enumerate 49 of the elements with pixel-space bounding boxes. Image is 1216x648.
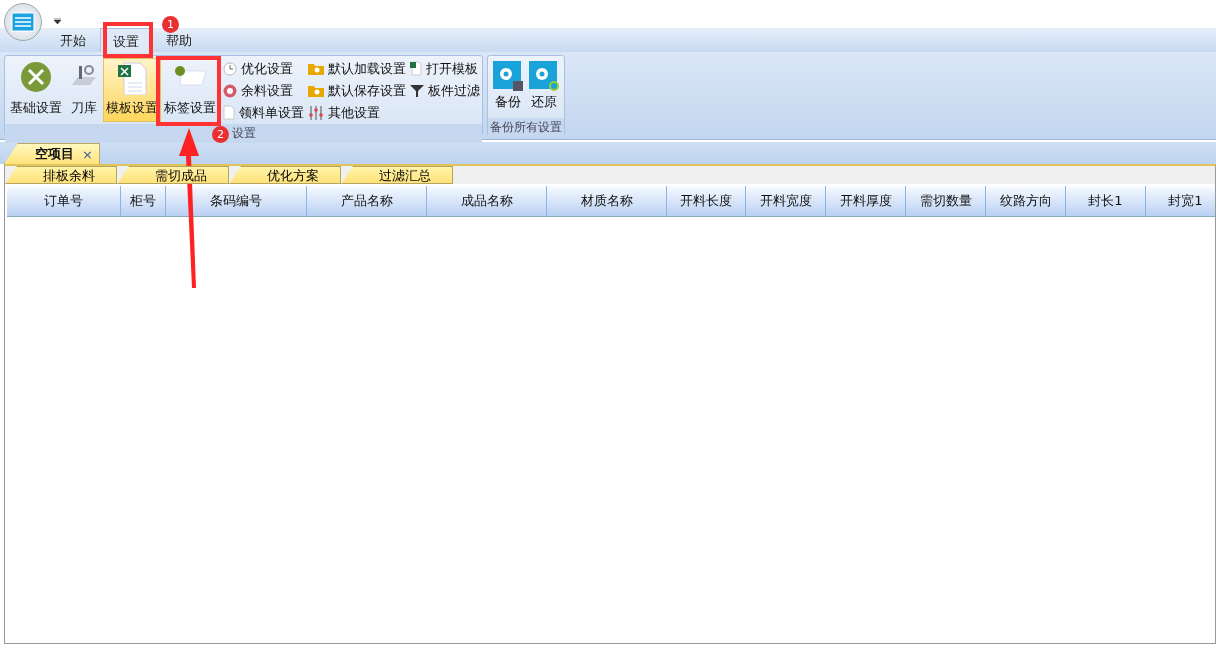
column-header[interactable]: 封宽1 — [1146, 186, 1216, 216]
column-header[interactable]: 封长1 — [1066, 186, 1146, 216]
sheet-tab[interactable]: 需切成品 — [117, 166, 229, 184]
app-menu-button[interactable] — [4, 3, 42, 41]
ribbon-button[interactable]: 标签设置 — [161, 58, 219, 122]
ribbon-button[interactable]: 基础设置 — [7, 58, 65, 122]
document-tab[interactable]: 空项目 × — [4, 143, 100, 164]
sliders-icon — [308, 105, 324, 120]
step-badge: 1 — [162, 16, 179, 33]
column-header[interactable]: 开料宽度 — [746, 186, 826, 216]
ribbon-button[interactable]: 模板设置 — [103, 58, 161, 122]
spreadsheet-icon — [410, 61, 422, 76]
ribbon-button[interactable]: 其他设置 — [308, 103, 406, 122]
app-icon — [11, 12, 35, 32]
sheet-tab[interactable]: 排板余料 — [5, 166, 117, 184]
ribbon-button[interactable]: 余料设置 — [223, 81, 304, 100]
sheet-tab[interactable]: 过滤汇总 — [341, 166, 453, 184]
clock-icon — [223, 61, 237, 76]
column-header[interactable]: 产品名称 — [307, 186, 427, 216]
column-header[interactable]: 需切数量 — [906, 186, 986, 216]
folder-icon — [308, 62, 324, 75]
spreadsheet-icon — [116, 61, 148, 95]
close-icon[interactable]: × — [82, 146, 93, 162]
ribbon-button[interactable]: 默认加载设置 — [308, 59, 406, 78]
column-header[interactable]: 材质名称 — [547, 186, 667, 216]
ribbon-button[interactable]: 备份 — [490, 58, 526, 116]
ribbon-button[interactable]: 优化设置 — [223, 59, 304, 78]
ribbon-button[interactable]: 领料单设置 — [223, 103, 304, 122]
column-header[interactable]: 订单号 — [7, 186, 121, 216]
tab-title: 空项目 — [35, 145, 74, 163]
ribbon-button[interactable]: 还原 — [526, 58, 562, 116]
document-icon — [223, 105, 235, 120]
circle-icon — [223, 83, 237, 98]
column-header[interactable]: 柜号 — [121, 186, 166, 216]
highlight-frame — [103, 22, 153, 58]
sheet-tab[interactable]: 优化方案 — [229, 166, 341, 184]
ribbon-button[interactable]: 板件过滤 — [410, 81, 480, 100]
column-header[interactable]: 开料长度 — [667, 186, 746, 216]
column-header[interactable]: 纹路方向 — [986, 186, 1066, 216]
folder-icon — [308, 84, 324, 97]
column-header[interactable]: 开料厚度 — [826, 186, 906, 216]
column-header[interactable]: 成品名称 — [427, 186, 547, 216]
ribbon-button[interactable]: 默认保存设置 — [308, 81, 406, 100]
filter-icon — [410, 83, 424, 98]
ribbon-button[interactable]: 打开模板 — [410, 59, 480, 78]
ribbon-tab[interactable]: 开始 — [48, 28, 98, 52]
group-label: 备份所有设置 — [488, 118, 564, 137]
highlight-frame — [156, 56, 221, 126]
ribbon-button[interactable]: 刀库 — [65, 58, 103, 122]
